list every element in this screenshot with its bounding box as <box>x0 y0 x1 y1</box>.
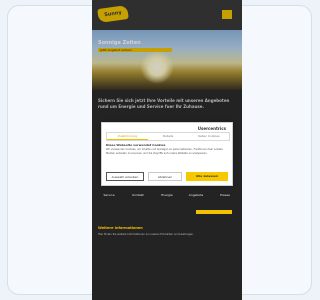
info-link[interactable]: Presse <box>214 193 236 197</box>
info-row: Service Kontakt Energie Angebote Presse <box>98 193 236 197</box>
section2-text: Hier finden Sie weitere Informationen zu… <box>98 233 194 236</box>
info-link[interactable]: Energie <box>156 193 178 197</box>
consent-tabs: Zustimmung Details Ueber Cookies <box>106 132 230 141</box>
allow-all-button[interactable]: Alle zulassen <box>186 172 228 181</box>
info-link[interactable]: Service <box>98 193 120 197</box>
allow-selection-button[interactable]: Auswahl erlauben <box>106 172 144 181</box>
more-button[interactable] <box>196 210 232 214</box>
tab-about[interactable]: Ueber Cookies <box>188 133 229 140</box>
tab-consent[interactable]: Zustimmung <box>107 133 148 140</box>
consent-brand: Usercentrics <box>197 126 226 131</box>
tab-details[interactable]: Details <box>148 133 189 140</box>
consent-body: Wir verwenden Cookies, um Inhalte und An… <box>106 148 223 155</box>
consent-buttons: Auswahl erlauben Ablehnen Alle zulassen <box>106 172 228 181</box>
consent-heading: Diese Webseite verwendet Cookies <box>106 143 166 147</box>
cookie-consent-dialog: Usercentrics Zustimmung Details Ueber Co… <box>101 122 233 186</box>
info-link[interactable]: Angebote <box>185 193 207 197</box>
reject-button[interactable]: Ablehnen <box>148 172 182 181</box>
info-link[interactable]: Kontakt <box>127 193 149 197</box>
section2-heading: Weitere Informationen <box>98 226 143 230</box>
